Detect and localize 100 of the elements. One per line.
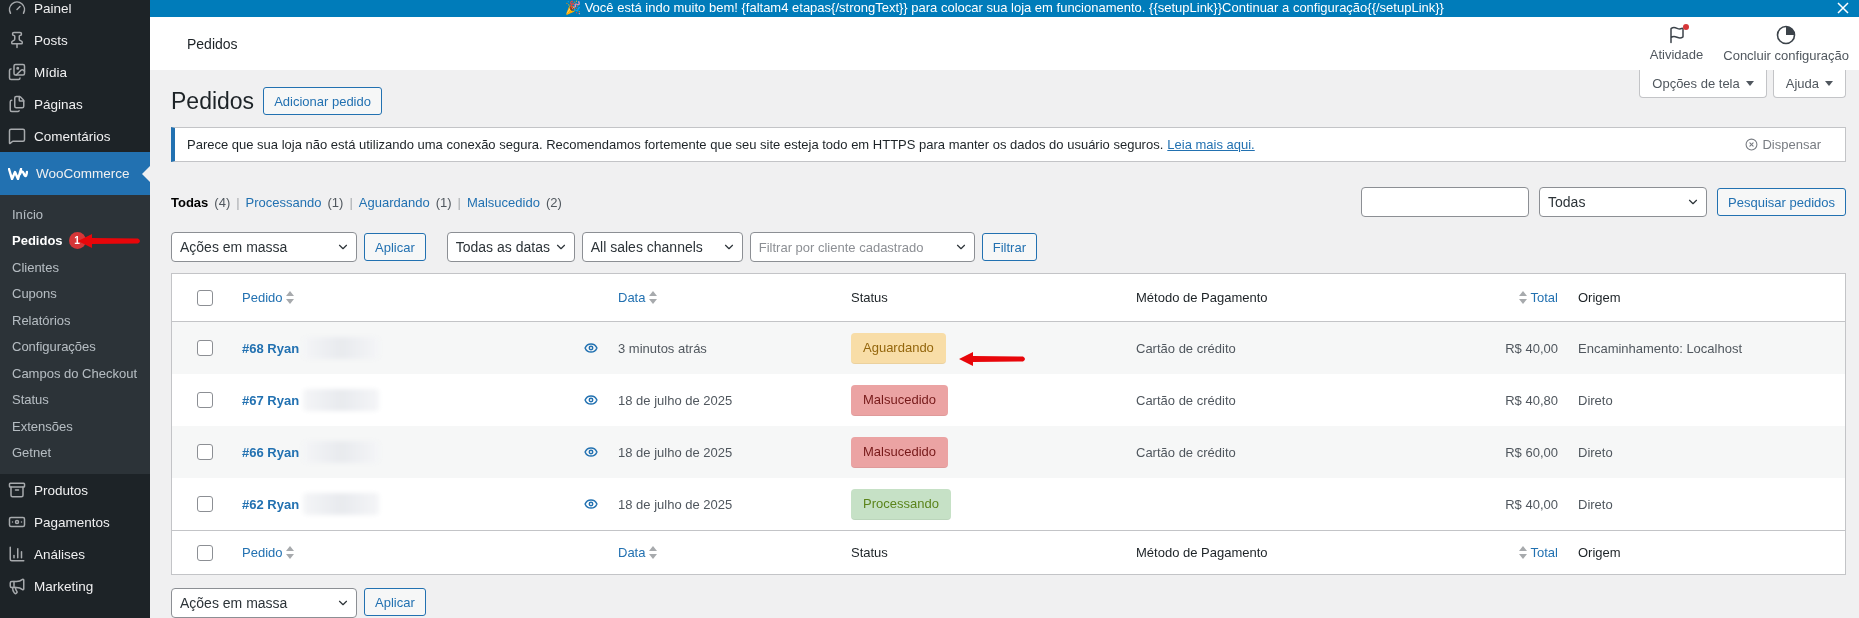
submenu-item[interactable]: Relatórios xyxy=(0,307,150,334)
status-count: (4) xyxy=(214,194,231,210)
sidebar-item[interactable]: WooCommerce xyxy=(0,152,150,195)
column-header[interactable]: Status xyxy=(841,290,898,305)
order-row[interactable]: #66 Ryan 18 de julho de 2025 Malsucedido Cartão de crédito R$ 60,00 Direto xyxy=(172,426,1845,478)
submenu-item[interactable]: Status xyxy=(0,386,150,413)
read-more-link[interactable]: Leia mais aqui. xyxy=(1167,137,1255,152)
apply-button[interactable]: Aplicar xyxy=(364,233,426,261)
submenu-item[interactable]: Cupons xyxy=(0,280,150,307)
bulk-actions-select[interactable]: Ações em massa xyxy=(171,232,357,262)
search-field[interactable] xyxy=(1361,187,1530,217)
sidebar-item[interactable]: Análises xyxy=(0,538,150,570)
column-header[interactable]: Data xyxy=(608,290,668,305)
origin-cell-text: Direto xyxy=(1577,392,1614,408)
status-badge: Aguardando xyxy=(851,332,946,364)
submenu-item[interactable]: Configurações xyxy=(0,333,150,360)
payment-cell-text: Cartão de crédito xyxy=(1135,340,1237,356)
sidebar-item[interactable]: Páginas xyxy=(0,88,150,120)
submenu-item[interactable]: Getnet xyxy=(0,439,150,466)
checkbox[interactable] xyxy=(197,340,213,356)
banner-text: 🎉 Você está indo muito bem! {faltam4 etapas{/strongText}} para colocar sua loja em funcionamento. {{setupLink}}Continuar a configuração{{/setupLink}} xyxy=(565,0,1444,16)
submenu-item[interactable]: Campos do Checkout xyxy=(0,360,150,387)
column-header[interactable]: Pedido xyxy=(232,545,305,560)
search-orders-button[interactable]: Pesquisar pedidos xyxy=(1717,188,1846,216)
origin-cell-text: Encaminhamento: Localhost xyxy=(1577,340,1744,356)
channels-select[interactable]: All sales channels xyxy=(581,232,743,262)
column-header[interactable]: Método de Pagamento xyxy=(1126,545,1278,560)
sidebar-item[interactable]: Painel xyxy=(0,0,150,24)
checkbox[interactable] xyxy=(197,496,213,512)
sidebar-item[interactable]: Posts xyxy=(0,24,150,56)
submenu-item[interactable]: Início xyxy=(0,201,150,228)
total-cell-text: R$ 40,80 xyxy=(1504,392,1559,408)
sidebar-item[interactable]: Produtos xyxy=(0,474,150,506)
screen-tab[interactable]: Opções de tela xyxy=(1639,70,1767,98)
sidebar-item[interactable]: Comentários xyxy=(0,120,150,152)
separator: | xyxy=(457,194,461,210)
separator: | xyxy=(349,194,353,210)
column-header[interactable]: Origem xyxy=(1568,545,1631,560)
pages-icon xyxy=(8,95,26,113)
speech-bubble-icon xyxy=(8,127,26,145)
date-cell-text: 18 de julho de 2025 xyxy=(617,496,734,512)
submenu-item[interactable]: Pedidos 1 xyxy=(0,227,150,254)
status-count: (1) xyxy=(327,194,344,210)
sort-icon xyxy=(1518,291,1527,304)
checkbox[interactable] xyxy=(197,444,213,460)
order-link[interactable]: #62 Ryan xyxy=(242,496,300,512)
column-header[interactable]: Status xyxy=(841,545,898,560)
order-link[interactable]: #68 Ryan xyxy=(242,340,300,356)
add-order-button[interactable]: Adicionar pedido xyxy=(263,87,382,115)
origin-cell-text: Direto xyxy=(1577,496,1614,512)
eye-icon[interactable] xyxy=(584,341,598,355)
separator: | xyxy=(236,194,240,210)
bulk-actions-select[interactable]: Ações em massa xyxy=(171,588,357,618)
column-header[interactable]: Origem xyxy=(1568,290,1631,305)
triangle-down-icon xyxy=(1745,81,1754,86)
checkbox[interactable] xyxy=(197,392,213,408)
screen-tab[interactable]: Ajuda xyxy=(1772,70,1846,98)
sort-icon xyxy=(649,291,658,304)
status-filter-link[interactable]: Aguardando xyxy=(358,194,430,210)
count-badge: 1 xyxy=(68,232,86,250)
eye-icon[interactable] xyxy=(584,497,598,511)
total-cell-text: R$ 40,00 xyxy=(1504,340,1559,356)
order-row[interactable]: #68 Ryan 3 minutos atrás Aguardando Cartão de crédito R$ 40,00 Encaminhamento: Localhost xyxy=(172,322,1845,374)
close-icon[interactable] xyxy=(1837,2,1849,14)
eye-icon[interactable] xyxy=(584,393,598,407)
sort-icon xyxy=(649,546,658,559)
status-badge: Malsucedido xyxy=(851,436,948,468)
submenu-item[interactable]: Extensões xyxy=(0,413,150,440)
woo-logo-icon xyxy=(8,167,28,180)
sort-icon xyxy=(286,546,295,559)
notice-text: Parece que sua loja não está utilizando uma conexão segura. Recomendamos fortemente que seu site esteja todo em HTTPS para manter os dados do usuário seguros. Leia mais aqui. xyxy=(187,137,1255,152)
header-action-button[interactable]: Atividade xyxy=(1639,17,1714,70)
header-action-button[interactable]: Concluir configuração xyxy=(1713,17,1859,70)
submenu-item[interactable]: Clientes xyxy=(0,254,150,281)
sidebar-item[interactable]: Pagamentos xyxy=(0,506,150,538)
eye-icon[interactable] xyxy=(584,445,598,459)
bar-chart-icon xyxy=(8,545,26,563)
column-header[interactable]: Método de Pagamento xyxy=(1126,290,1278,305)
column-header[interactable]: Pedido xyxy=(232,290,305,305)
status-filter-link[interactable]: Processando xyxy=(245,194,322,210)
dates-select[interactable]: Todas as datas xyxy=(446,232,575,262)
apply-button[interactable]: Aplicar xyxy=(364,588,426,616)
status-filter-link[interactable]: Malsucedido xyxy=(466,194,540,210)
order-link[interactable]: #67 Ryan xyxy=(242,392,300,408)
sidebar-item[interactable]: Mídia xyxy=(0,56,150,88)
pin-icon xyxy=(8,31,26,49)
status-count: (1) xyxy=(435,194,452,210)
checkbox[interactable] xyxy=(197,289,213,306)
order-link[interactable]: #66 Ryan xyxy=(242,444,300,460)
column-header[interactable]: Total xyxy=(1508,545,1568,560)
column-header[interactable]: Total xyxy=(1508,290,1568,305)
checkbox[interactable] xyxy=(197,544,213,561)
images-icon xyxy=(8,63,26,81)
filter-button[interactable]: Filtrar xyxy=(981,233,1037,261)
dismiss-button[interactable]: Dispensar xyxy=(1739,136,1827,153)
archive-box-icon xyxy=(8,481,26,499)
status-filter-link[interactable]: Todas xyxy=(171,194,209,210)
column-header[interactable]: Data xyxy=(608,545,668,560)
sidebar-item[interactable]: Marketing xyxy=(0,570,150,602)
status-select[interactable]: Todas xyxy=(1539,187,1708,217)
